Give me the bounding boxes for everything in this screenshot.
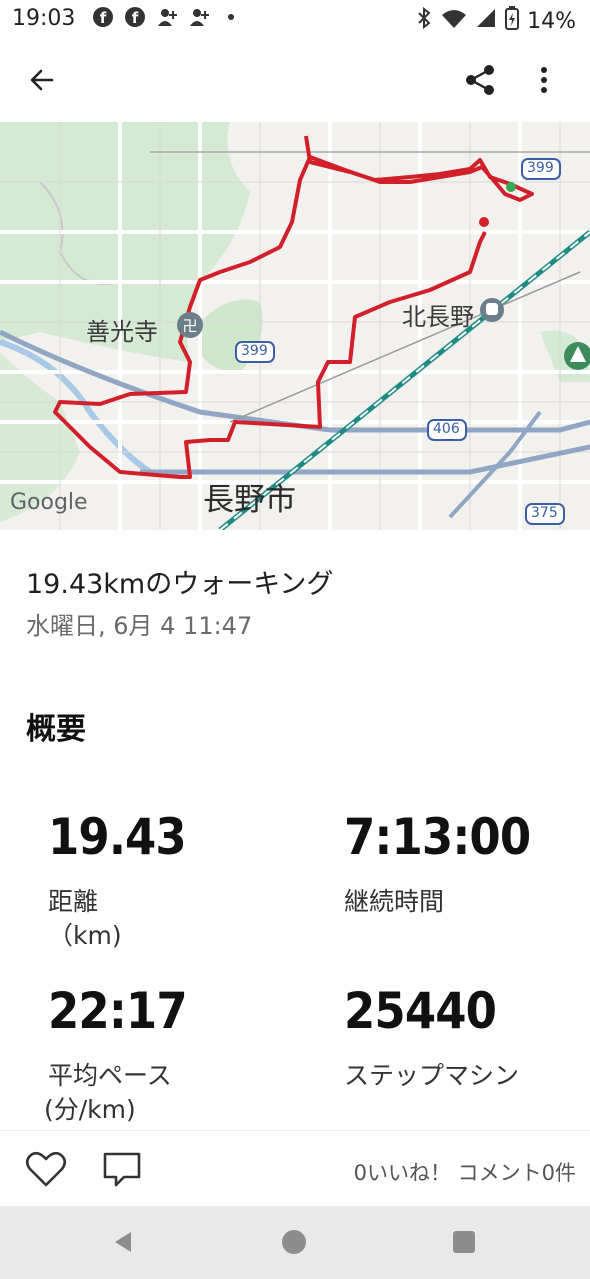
map-label-kita-nagano: 北長野 [402, 303, 474, 331]
stat-distance-unit: （km) [48, 921, 122, 950]
activity-title: 19.43kmのウォーキング [26, 569, 334, 600]
action-bar: 0いいね！ コメント0件 [0, 1130, 590, 1207]
stat-duration-label: 継続時間 [344, 887, 445, 916]
comment-button[interactable] [98, 1145, 146, 1193]
comment-icon [103, 1152, 141, 1187]
stat-pace-value: 22:17 [48, 982, 188, 1040]
status-time: 19:03 [12, 6, 76, 31]
stat-pace-label: 平均ペース [48, 1061, 172, 1090]
nav-recents-button[interactable] [440, 1218, 488, 1266]
stat-distance-label: 距離 [48, 887, 99, 916]
dot-icon [220, 6, 242, 28]
triangle-back-icon [115, 1232, 131, 1252]
stat-steps-label: ステップマシン [344, 1061, 520, 1090]
google-logo: Google [10, 490, 88, 515]
system-icons: 14% [415, 6, 576, 36]
heart-icon [25, 1151, 67, 1187]
more-button[interactable] [520, 56, 568, 104]
battery-percent: 14% [527, 8, 576, 34]
svg-text:f: f [132, 9, 139, 27]
nav-home-button[interactable] [270, 1218, 318, 1266]
facebook-icon: f [124, 6, 146, 28]
nav-back-button[interactable] [100, 1218, 148, 1266]
route-shield-399: 399 [527, 160, 554, 176]
stat-steps-value: 25440 [344, 982, 497, 1040]
stat-duration-value: 7:13:00 [344, 808, 531, 866]
wifi-icon [441, 7, 467, 35]
route-map[interactable]: 卍 善光寺 北長野 長野市 399 399 406 375 Google [0, 122, 590, 530]
stat-distance-value: 19.43 [48, 808, 187, 866]
app-bar [0, 38, 590, 122]
battery-icon [505, 6, 520, 36]
route-shield-375: 375 [531, 505, 558, 521]
add-person-icon [156, 6, 178, 28]
like-button[interactable] [22, 1145, 70, 1193]
facebook-icon: f [92, 6, 114, 28]
square-recents-icon [453, 1231, 475, 1253]
route-shield-406: 406 [433, 421, 460, 437]
share-button[interactable] [456, 56, 504, 104]
status-bar: 19:03 f f 14% [0, 0, 590, 38]
like-comment-counts: 0いいね！ コメント0件 [353, 1161, 576, 1185]
more-vert-icon [541, 67, 547, 93]
share-icon [466, 65, 494, 95]
signal-icon [475, 7, 497, 35]
activity-datetime: 水曜日, 6月 4 11:47 [26, 612, 253, 640]
map-label-zenkoji: 善光寺 [86, 318, 158, 346]
back-button[interactable] [18, 56, 66, 104]
svg-text:卍: 卍 [182, 317, 197, 335]
arrow-left-icon [30, 69, 54, 91]
notification-icons: f f [92, 6, 242, 28]
route-shield-399: 399 [241, 343, 268, 359]
map-label-nagano-city: 長野市 [203, 482, 296, 518]
add-person-icon [188, 6, 210, 28]
bluetooth-icon [415, 6, 433, 35]
stat-pace-unit: (分/km) [44, 1095, 136, 1124]
circle-home-icon [282, 1230, 306, 1254]
navigation-bar [0, 1206, 590, 1279]
summary-heading: 概要 [26, 712, 86, 747]
svg-text:f: f [100, 9, 107, 27]
